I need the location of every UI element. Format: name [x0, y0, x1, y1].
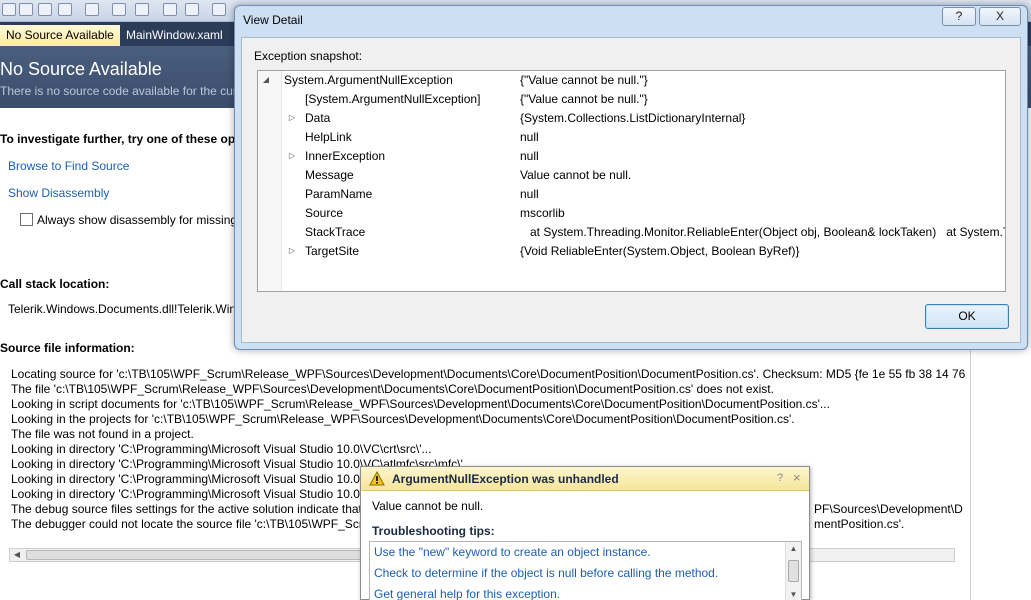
grid-row[interactable]: HelpLink null: [258, 128, 1005, 147]
log-line-tail: PF\Sources\Development\D: [814, 502, 963, 516]
tab-label: No Source Available: [6, 28, 114, 42]
toolbar-icon[interactable]: [58, 3, 72, 16]
grid-row[interactable]: ◢ System.ArgumentNullException {"Value c…: [258, 71, 1005, 90]
dialog-body: Exception snapshot: ◢ System.ArgumentNul…: [241, 37, 1021, 343]
grid-row[interactable]: ▷ InnerException null: [258, 147, 1005, 166]
toolbar-icon[interactable]: [19, 3, 33, 16]
scroll-left-icon[interactable]: ◀: [10, 549, 24, 561]
property-name: HelpLink: [305, 130, 352, 144]
log-line-tail: mentPosition.cs'.: [814, 517, 905, 531]
toolbar-icon[interactable]: [85, 3, 99, 16]
expand-triangle-icon[interactable]: ▷: [288, 151, 296, 160]
grid-row[interactable]: ParamName null: [258, 185, 1005, 204]
log-line: Looking in script documents for 'c:\TB\1…: [11, 397, 830, 411]
troubleshooting-tips-heading: Troubleshooting tips:: [372, 524, 495, 538]
warning-icon: [369, 471, 385, 486]
tip-link[interactable]: Check to determine if the object is null…: [374, 566, 718, 580]
grid-row[interactable]: StackTrace at System.Threading.Monitor.R…: [258, 223, 1006, 242]
expand-triangle-icon[interactable]: ▷: [288, 246, 296, 255]
show-disassembly-link[interactable]: Show Disassembly: [8, 186, 109, 200]
page-subtitle: There is no source code available for th…: [0, 84, 241, 98]
toolbar-icon[interactable]: [38, 3, 52, 16]
property-value: null: [520, 187, 539, 201]
expand-triangle-icon[interactable]: ▷: [288, 113, 296, 122]
toolbar-icon[interactable]: [135, 3, 149, 16]
property-name: Message: [305, 168, 354, 182]
property-value: {"Value cannot be null."}: [520, 73, 648, 87]
property-name: System.ArgumentNullException: [284, 73, 453, 87]
property-value: {System.Collections.ListDictionaryIntern…: [520, 111, 746, 125]
log-line: The file was not found in a project.: [11, 427, 194, 441]
investigate-heading: To investigate further, try one of these…: [0, 132, 240, 146]
log-line: Looking in the projects for 'c:\TB\105\W…: [11, 412, 795, 426]
property-value: null: [520, 130, 539, 144]
property-name: Source: [305, 206, 344, 220]
property-value: at System.Threading.Monitor.ReliableEnte…: [520, 225, 1006, 239]
divider: [970, 350, 971, 600]
exception-property-grid: ◢ System.ArgumentNullException {"Value c…: [257, 70, 1006, 292]
close-button[interactable]: X: [979, 7, 1021, 26]
tab-mainwindow-xaml[interactable]: MainWindow.xaml: [120, 25, 238, 46]
call-stack-heading: Call stack location:: [0, 277, 110, 291]
always-show-disassembly-checkbox[interactable]: [20, 213, 33, 226]
ok-button[interactable]: OK: [925, 304, 1009, 329]
property-value: null: [520, 149, 539, 163]
property-value: {"Value cannot be null."}: [520, 92, 648, 106]
property-name: Data: [305, 111, 331, 125]
close-icon[interactable]: ×: [793, 470, 801, 485]
property-value: Value cannot be null.: [520, 168, 632, 182]
exception-title: ArgumentNullException was unhandled: [392, 472, 619, 486]
property-name: InnerException: [305, 149, 386, 163]
log-line: The file 'c:\TB\105\WPF_Scrum\Release_WP…: [11, 382, 774, 396]
property-value: mscorlib: [520, 206, 565, 220]
toolbar-icon[interactable]: [112, 3, 126, 16]
browse-to-find-source-link[interactable]: Browse to Find Source: [8, 159, 129, 173]
tab-no-source-available[interactable]: No Source Available: [0, 25, 120, 46]
exception-helper-header: ArgumentNullException was unhandled ? ×: [361, 467, 809, 491]
call-stack-value: Telerik.Windows.Documents.dll!Telerik.Wi…: [8, 302, 237, 316]
property-name: StackTrace: [305, 225, 366, 239]
toolbar-icon[interactable]: [185, 3, 199, 16]
grid-row[interactable]: ▷ Data {System.Collections.ListDictionar…: [258, 109, 1005, 128]
tips-scrollbar[interactable]: ▲ ▼: [785, 542, 801, 600]
toolbar-icon[interactable]: [212, 3, 226, 16]
dialog-title: View Detail: [243, 13, 303, 27]
property-value: {Void ReliableEnter(System.Object, Boole…: [520, 244, 800, 258]
log-line: Looking in directory 'C:\Programming\Mic…: [11, 487, 360, 501]
log-line: The debugger could not locate the source…: [11, 517, 363, 531]
source-file-heading: Source file information:: [0, 341, 135, 355]
page-title: No Source Available: [0, 59, 162, 79]
scroll-up-icon[interactable]: ▲: [786, 542, 801, 556]
visual-studio-window: No Source Available MainWindow.xaml No S…: [0, 0, 1031, 600]
exception-helper-popup: ArgumentNullException was unhandled ? × …: [360, 466, 810, 600]
tip-link[interactable]: Get general help for this exception.: [374, 587, 560, 600]
scroll-thumb[interactable]: [26, 550, 366, 560]
tip-link[interactable]: Use the "new" keyword to create an objec…: [374, 545, 651, 559]
view-detail-dialog: View Detail ? X Exception snapshot: ◢ Sy…: [234, 5, 1028, 350]
scroll-thumb[interactable]: [788, 560, 799, 582]
log-line: Looking in directory 'C:\Programming\Mic…: [11, 472, 360, 486]
always-show-disassembly-label: Always show disassembly for missing: [37, 213, 238, 227]
help-icon[interactable]: ?: [777, 472, 783, 484]
log-line: The debug source files settings for the …: [11, 502, 362, 516]
toolbar-icon[interactable]: [2, 3, 16, 16]
grid-row[interactable]: ▷ TargetSite {Void ReliableEnter(System.…: [258, 242, 1005, 261]
log-line: Locating source for 'c:\TB\105\WPF_Scrum…: [11, 367, 966, 381]
toolbar-icon[interactable]: [163, 3, 177, 16]
exception-message: Value cannot be null.: [372, 499, 484, 513]
tab-label: MainWindow.xaml: [126, 28, 223, 42]
property-name: TargetSite: [305, 244, 360, 258]
troubleshooting-tips-list: Use the "new" keyword to create an objec…: [369, 541, 802, 600]
property-name: [System.ArgumentNullException]: [305, 92, 481, 106]
exception-snapshot-label: Exception snapshot:: [254, 49, 363, 63]
collapse-triangle-icon[interactable]: ◢: [262, 75, 270, 84]
grid-row[interactable]: Source mscorlib: [258, 204, 1005, 223]
grid-row[interactable]: [System.ArgumentNullException] {"Value c…: [258, 90, 1005, 109]
help-button[interactable]: ?: [942, 7, 976, 26]
grid-row[interactable]: Message Value cannot be null.: [258, 166, 1005, 185]
log-line: Looking in directory 'C:\Programming\Mic…: [11, 442, 432, 456]
scroll-down-icon[interactable]: ▼: [786, 588, 801, 600]
property-name: ParamName: [305, 187, 373, 201]
